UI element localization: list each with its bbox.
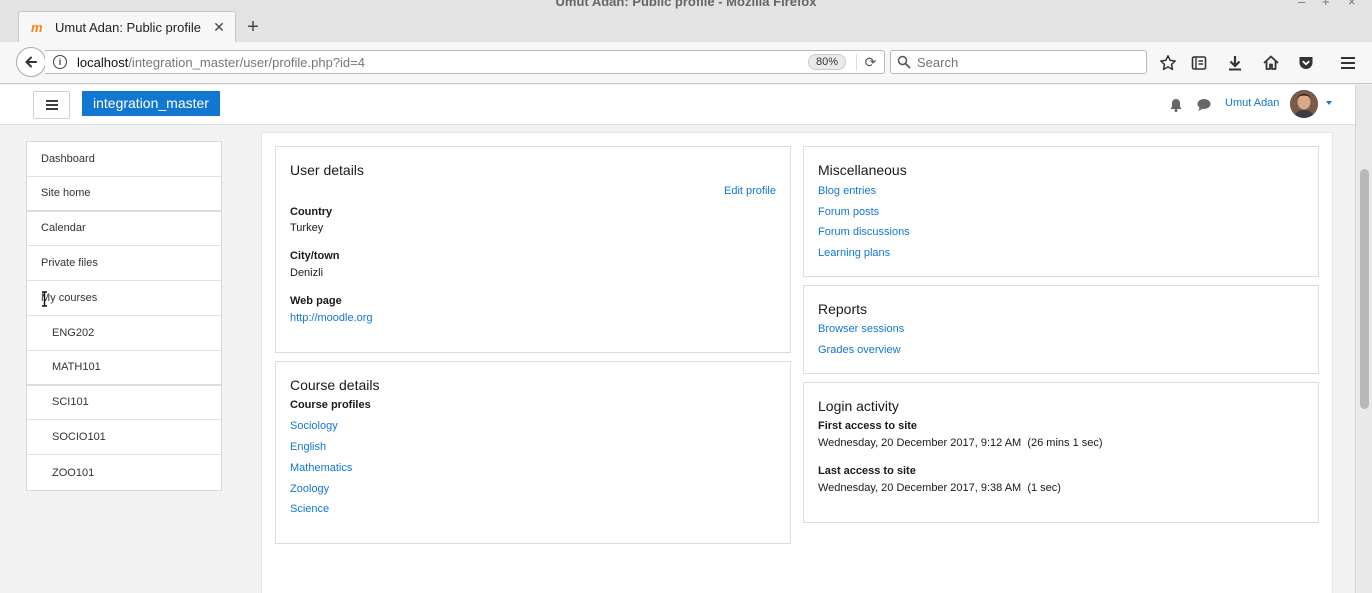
nav-item-label: My courses bbox=[41, 292, 98, 305]
nav-item-label: ZOO101 bbox=[52, 466, 95, 479]
site-name-link[interactable]: integration_master bbox=[82, 91, 220, 116]
main-content: User details Edit profile Country Turkey… bbox=[261, 132, 1333, 593]
nav-list: Dashboard Site home Calendar Private fil… bbox=[26, 141, 222, 491]
page-scrollbar[interactable] bbox=[1355, 85, 1372, 593]
nav-item-label: MATH101 bbox=[52, 361, 101, 374]
url-host: localhost bbox=[77, 54, 129, 70]
reports-title: Reports bbox=[818, 301, 868, 317]
city-value: Denizli bbox=[290, 267, 324, 279]
back-arrow-icon bbox=[25, 56, 37, 68]
nav-item-label: ENG202 bbox=[52, 326, 95, 339]
nav-drawer: Dashboard Site home Calendar Private fil… bbox=[0, 125, 238, 593]
course-profiles-label: Course profiles bbox=[290, 399, 371, 411]
hamburger-icon bbox=[45, 100, 58, 110]
page-viewport: integration_master Umut Adan Dashboard S… bbox=[0, 85, 1355, 593]
hamburger-menu-icon[interactable] bbox=[1338, 53, 1358, 73]
miscellaneous-card: Miscellaneous Blog entries Forum posts F… bbox=[803, 146, 1319, 277]
window-title: Umut Adan: Public profile - Mozilla Fire… bbox=[555, 0, 817, 9]
site-info-icon[interactable]: i bbox=[53, 55, 67, 69]
bookmark-star-icon[interactable] bbox=[1158, 53, 1178, 73]
back-button[interactable] bbox=[16, 47, 46, 77]
user-details-title: User details bbox=[290, 162, 364, 178]
last-access-value: Wednesday, 20 December 2017, 9:38 AM (1 … bbox=[818, 482, 1061, 494]
maximize-icon[interactable]: + bbox=[1322, 0, 1330, 9]
notification-bell-icon[interactable] bbox=[1168, 97, 1184, 113]
reading-list-icon[interactable] bbox=[1189, 53, 1209, 73]
text-cursor-icon bbox=[42, 291, 47, 307]
nav-item-label: Private files bbox=[41, 257, 98, 270]
nav-item-label: SCI101 bbox=[52, 396, 89, 409]
nav-item-label: Dashboard bbox=[41, 152, 95, 165]
first-access-value: Wednesday, 20 December 2017, 9:12 AM (26… bbox=[818, 437, 1103, 449]
moodle-favicon-icon: m bbox=[31, 19, 43, 35]
first-access-label: First access to site bbox=[818, 420, 918, 432]
moodle-navbar: integration_master Umut Adan bbox=[0, 85, 1355, 125]
nav-item-sci101[interactable]: SCI101 bbox=[27, 386, 221, 421]
reports-card: Reports Browser sessions Grades overview bbox=[803, 285, 1319, 374]
course-link-english[interactable]: English bbox=[290, 441, 326, 453]
nav-item-math101[interactable]: MATH101 bbox=[27, 351, 221, 386]
url-bar[interactable]: i localhost /integration_master/user/pro… bbox=[45, 50, 885, 74]
learning-plans-link[interactable]: Learning plans bbox=[818, 247, 890, 259]
minimize-icon[interactable]: – bbox=[1298, 0, 1305, 9]
home-icon[interactable] bbox=[1261, 53, 1281, 73]
grades-overview-link[interactable]: Grades overview bbox=[818, 344, 901, 356]
last-access-label: Last access to site bbox=[818, 465, 916, 477]
window-titlebar: Umut Adan: Public profile - Mozilla Fire… bbox=[0, 0, 1372, 42]
forum-posts-link[interactable]: Forum posts bbox=[818, 206, 879, 218]
browser-tab[interactable]: m Umut Adan: Public profile ✕ bbox=[18, 11, 236, 42]
country-value: Turkey bbox=[290, 222, 324, 234]
close-window-icon[interactable]: × bbox=[1348, 0, 1356, 9]
nav-item-eng202[interactable]: ENG202 bbox=[27, 316, 221, 351]
nav-item-label: Calendar bbox=[41, 222, 86, 235]
messages-icon[interactable] bbox=[1196, 97, 1212, 113]
course-details-title: Course details bbox=[290, 377, 380, 393]
browser-toolbar: i localhost /integration_master/user/pro… bbox=[0, 42, 1372, 84]
user-avatar[interactable] bbox=[1290, 90, 1318, 118]
browser-sessions-link[interactable]: Browser sessions bbox=[818, 323, 904, 335]
nav-item-dashboard[interactable]: Dashboard bbox=[27, 142, 221, 177]
login-activity-card: Login activity First access to site Wedn… bbox=[803, 382, 1319, 523]
drawer-toggle-button[interactable] bbox=[33, 91, 70, 119]
course-link-mathematics[interactable]: Mathematics bbox=[290, 462, 352, 474]
search-icon bbox=[897, 55, 911, 69]
country-label: Country bbox=[290, 206, 333, 218]
download-icon[interactable] bbox=[1225, 53, 1245, 73]
nav-item-socio101[interactable]: SOCIO101 bbox=[27, 420, 221, 456]
webpage-label: Web page bbox=[290, 295, 342, 307]
city-label: City/town bbox=[290, 250, 340, 262]
course-link-science[interactable]: Science bbox=[290, 503, 329, 515]
course-details-card: Course details Course profiles Sociology… bbox=[275, 361, 791, 544]
search-input[interactable] bbox=[911, 54, 1146, 70]
edit-profile-link[interactable]: Edit profile bbox=[724, 185, 776, 197]
user-menu-caret-icon[interactable] bbox=[1326, 101, 1332, 105]
pocket-icon[interactable] bbox=[1296, 53, 1316, 73]
nav-item-label: Site home bbox=[41, 187, 91, 200]
webpage-link[interactable]: http://moodle.org bbox=[290, 312, 373, 324]
url-path: /integration_master/user/profile.php?id=… bbox=[128, 54, 365, 70]
scrollbar-thumb[interactable] bbox=[1360, 169, 1369, 409]
nav-item-calendar[interactable]: Calendar bbox=[27, 212, 221, 247]
zoom-level-badge[interactable]: 80% bbox=[807, 54, 846, 70]
forum-discussions-link[interactable]: Forum discussions bbox=[818, 226, 910, 238]
nav-item-my-courses[interactable]: My courses bbox=[27, 281, 221, 316]
login-activity-title: Login activity bbox=[818, 398, 899, 414]
user-menu-name[interactable]: Umut Adan bbox=[1225, 97, 1279, 109]
nav-item-zoo101[interactable]: ZOO101 bbox=[27, 455, 221, 490]
tab-close-icon[interactable]: ✕ bbox=[211, 19, 227, 36]
nav-item-label: SOCIO101 bbox=[52, 431, 106, 444]
nav-item-private-files[interactable]: Private files bbox=[27, 246, 221, 282]
course-link-zoology[interactable]: Zoology bbox=[290, 483, 329, 495]
new-tab-icon[interactable]: + bbox=[243, 15, 263, 39]
blog-entries-link[interactable]: Blog entries bbox=[818, 185, 876, 197]
search-bar[interactable] bbox=[890, 50, 1147, 74]
user-details-card: User details Edit profile Country Turkey… bbox=[275, 146, 791, 353]
course-link-sociology[interactable]: Sociology bbox=[290, 420, 338, 432]
reload-icon[interactable]: ⟳ bbox=[856, 53, 884, 71]
tab-title: Umut Adan: Public profile bbox=[55, 19, 201, 35]
nav-item-site-home[interactable]: Site home bbox=[27, 177, 221, 212]
miscellaneous-title: Miscellaneous bbox=[818, 162, 907, 178]
